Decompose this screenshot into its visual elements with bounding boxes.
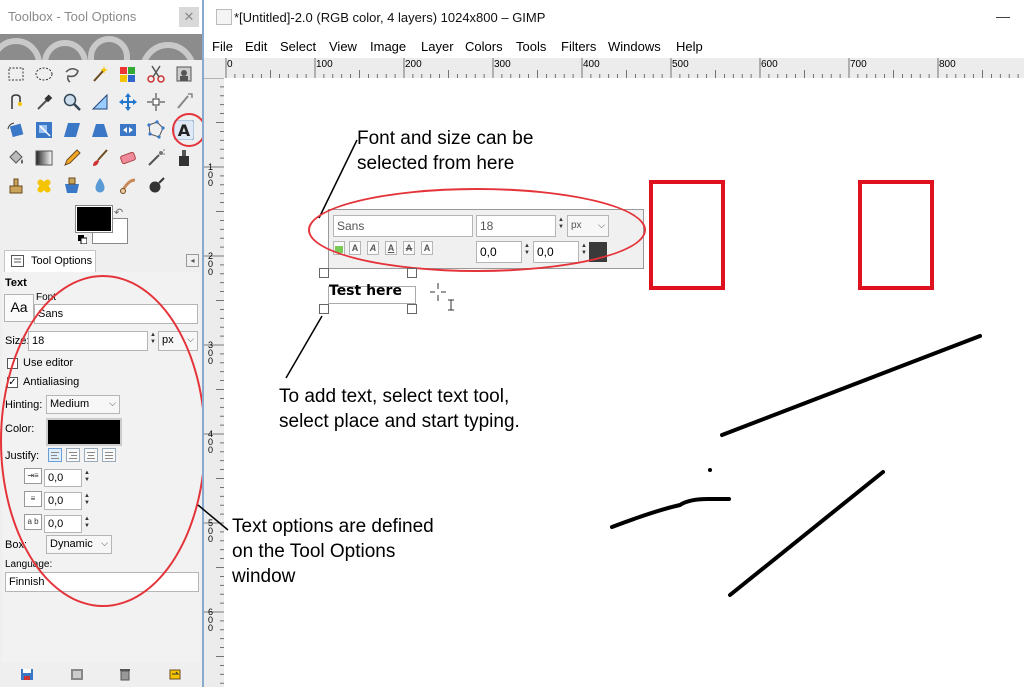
tool-options-pointer [197, 504, 229, 531]
annotation-text-options: Text options are defined on the Tool Opt… [232, 516, 434, 587]
